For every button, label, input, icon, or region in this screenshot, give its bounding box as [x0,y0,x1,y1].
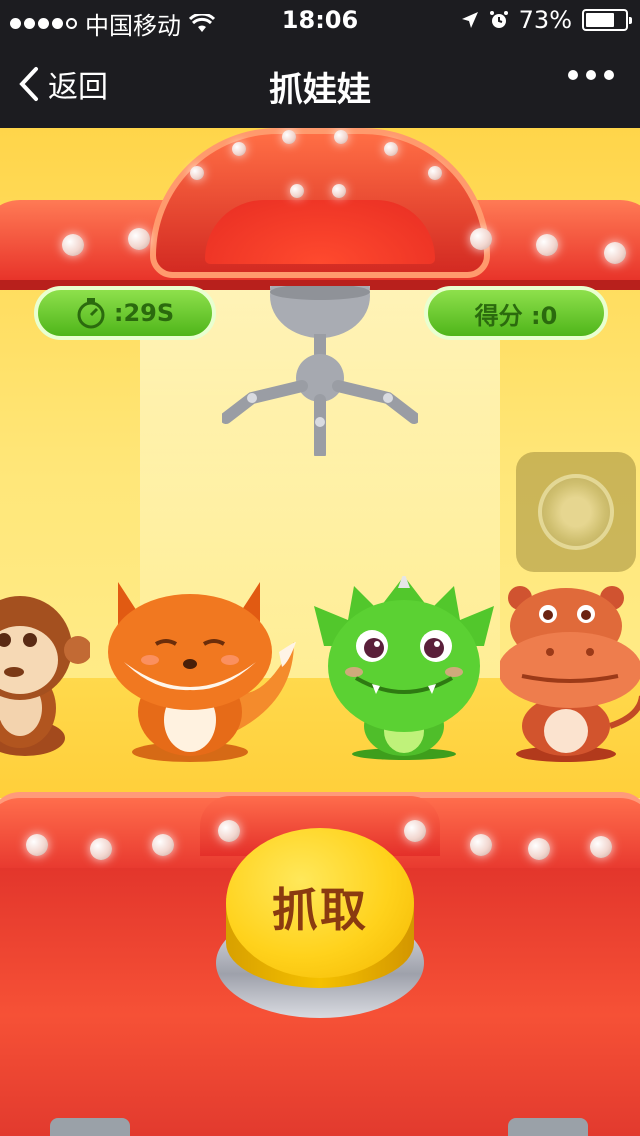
light-bulb [590,836,612,858]
joystick[interactable] [516,452,636,572]
battery-percent: 73% [518,6,572,34]
location-arrow-icon [461,12,478,28]
light-bulb [190,166,204,180]
alarm-icon [489,11,508,28]
light-bulb [232,142,246,156]
battery-fill [586,13,614,27]
nav-bar: 返回 抓娃娃 [0,40,640,128]
monkey-toy[interactable] [0,578,90,758]
light-bulb [604,242,626,264]
score-badge: 得分 :0 [424,286,608,340]
light-bulb [384,142,398,156]
light-bulb [152,834,174,856]
dragon-toy[interactable] [314,576,494,760]
status-right: 73% [461,6,632,34]
hippo-toy[interactable] [500,586,640,762]
light-bulb [90,838,112,860]
page-title: 抓娃娃 [269,70,371,110]
light-bulb [128,228,150,250]
light-bulb [470,834,492,856]
hinge-right [508,1118,588,1136]
timer-badge: :29S [34,286,216,340]
hinge-left [50,1118,130,1136]
light-bulb [528,838,550,860]
joystick-knob[interactable] [538,474,614,550]
light-bulb [62,234,84,256]
more-dots-icon[interactable] [568,70,614,80]
light-bulb [282,130,296,144]
fox-toy[interactable] [104,582,304,762]
light-bulb [536,234,558,256]
light-bulb [290,184,304,198]
status-bar: 中国移动 18:06 73% [0,0,640,40]
light-bulb [470,228,492,250]
dome-inner [205,200,435,264]
timer-text: :29S [113,299,175,327]
light-bulb [26,834,48,856]
grab-button-label: 抓取 [272,883,368,937]
light-bulb [332,184,346,198]
game-area: :29S 得分 :0 抓取 [0,128,640,1136]
claw-icon [222,286,418,456]
battery-icon [582,9,632,31]
light-bulb [334,130,348,144]
stopwatch-icon [77,298,105,329]
light-bulb [428,166,442,180]
score-text: 得分 :0 [474,301,558,330]
grab-button[interactable]: 抓取 [216,828,424,1028]
